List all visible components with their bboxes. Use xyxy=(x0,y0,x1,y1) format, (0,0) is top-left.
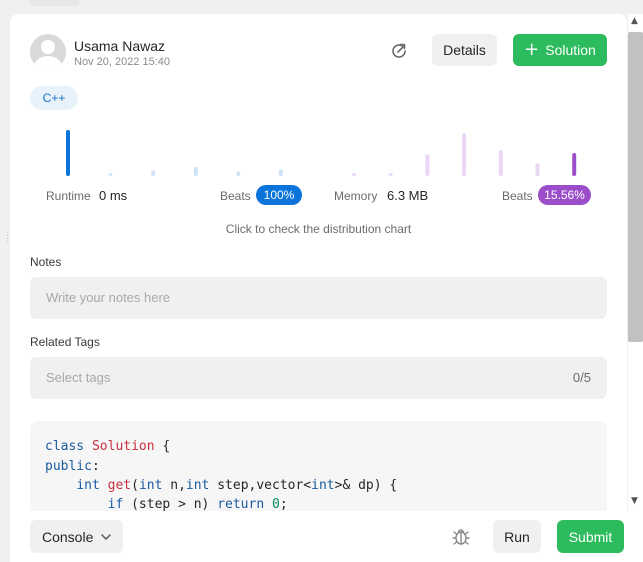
refresh-icon[interactable] xyxy=(390,42,408,60)
bottom-toolbar: Console Run Submit xyxy=(10,511,643,562)
run-button[interactable]: Run xyxy=(493,520,541,553)
runtime-beats-badge: 100% xyxy=(256,185,302,205)
runtime-dist-bar-5[interactable] xyxy=(236,171,241,176)
notes-label: Notes xyxy=(30,255,62,269)
language-tag[interactable]: C++ xyxy=(30,86,78,110)
solution-button-label: Solution xyxy=(545,42,596,58)
submit-button[interactable]: Submit xyxy=(557,520,624,553)
tags-count: 0/5 xyxy=(572,370,591,385)
runtime-dist-bar-4[interactable] xyxy=(193,166,198,176)
memory-dist-bar-7[interactable] xyxy=(572,153,577,176)
memory-dist-bar-4[interactable] xyxy=(462,133,467,176)
tags-placeholder: Select tags xyxy=(46,370,111,385)
scroll-thumb[interactable] xyxy=(628,32,643,342)
runtime-dist-bar-6[interactable] xyxy=(279,169,283,176)
code-line-3: int get(int n,int step,vector<int>& dp) … xyxy=(76,478,398,493)
add-solution-button[interactable]: + Solution xyxy=(513,34,607,66)
tags-select[interactable]: Select tags 0/5 xyxy=(30,357,607,399)
runtime-dist-bar-2[interactable] xyxy=(108,173,113,176)
code-line-1: class Solution { xyxy=(45,439,171,454)
memory-dist-bar-6[interactable] xyxy=(535,163,540,176)
runtime-dist-bar-1[interactable] xyxy=(66,130,70,176)
notes-input[interactable]: Write your notes here xyxy=(30,277,607,319)
avatar[interactable] xyxy=(30,34,66,70)
details-button[interactable]: Details xyxy=(432,34,497,66)
related-tags-label: Related Tags xyxy=(30,335,100,349)
memory-dist-bar-2[interactable] xyxy=(388,173,393,176)
memory-dist-bar-1[interactable] xyxy=(352,173,356,176)
author-name[interactable]: Usama Nawaz xyxy=(74,38,165,54)
bug-icon[interactable] xyxy=(451,527,471,547)
scroll-up-icon[interactable]: ▲ xyxy=(631,16,638,26)
runtime-beats-label: Beats xyxy=(220,189,251,203)
memory-value: 6.3 MB xyxy=(387,188,429,203)
resize-handle[interactable]: ⋮ xyxy=(3,234,12,253)
solution-panel: Usama Nawaz Nov 20, 2022 15:40 Details +… xyxy=(10,14,627,562)
scrollbar[interactable]: ▲ ▼ xyxy=(628,14,643,511)
chart-hint[interactable]: Click to check the distribution chart xyxy=(10,222,627,236)
memory-dist-bar-5[interactable] xyxy=(498,150,503,176)
memory-dist-bar-3[interactable] xyxy=(425,154,430,176)
code-line-4: if (step > n) return 0; xyxy=(107,497,288,512)
runtime-dist-bar-3[interactable] xyxy=(151,170,156,176)
memory-label: Memory xyxy=(334,189,378,203)
post-date: Nov 20, 2022 15:40 xyxy=(74,56,171,68)
notes-placeholder: Write your notes here xyxy=(46,290,171,305)
chevron-down-icon xyxy=(101,533,112,540)
code-line-2: public: xyxy=(45,459,100,474)
memory-beats-label: Beats xyxy=(502,189,533,203)
plus-icon: + xyxy=(524,39,540,60)
scroll-down-icon[interactable]: ▼ xyxy=(631,496,638,506)
top-tab-stub xyxy=(30,0,79,6)
console-label: Console xyxy=(42,528,94,545)
runtime-value: 0 ms xyxy=(99,188,128,203)
runtime-label: Runtime xyxy=(46,189,91,203)
distribution-chart[interactable] xyxy=(10,122,627,182)
memory-beats-badge: 15.56% xyxy=(538,185,591,205)
console-button[interactable]: Console xyxy=(30,520,123,553)
